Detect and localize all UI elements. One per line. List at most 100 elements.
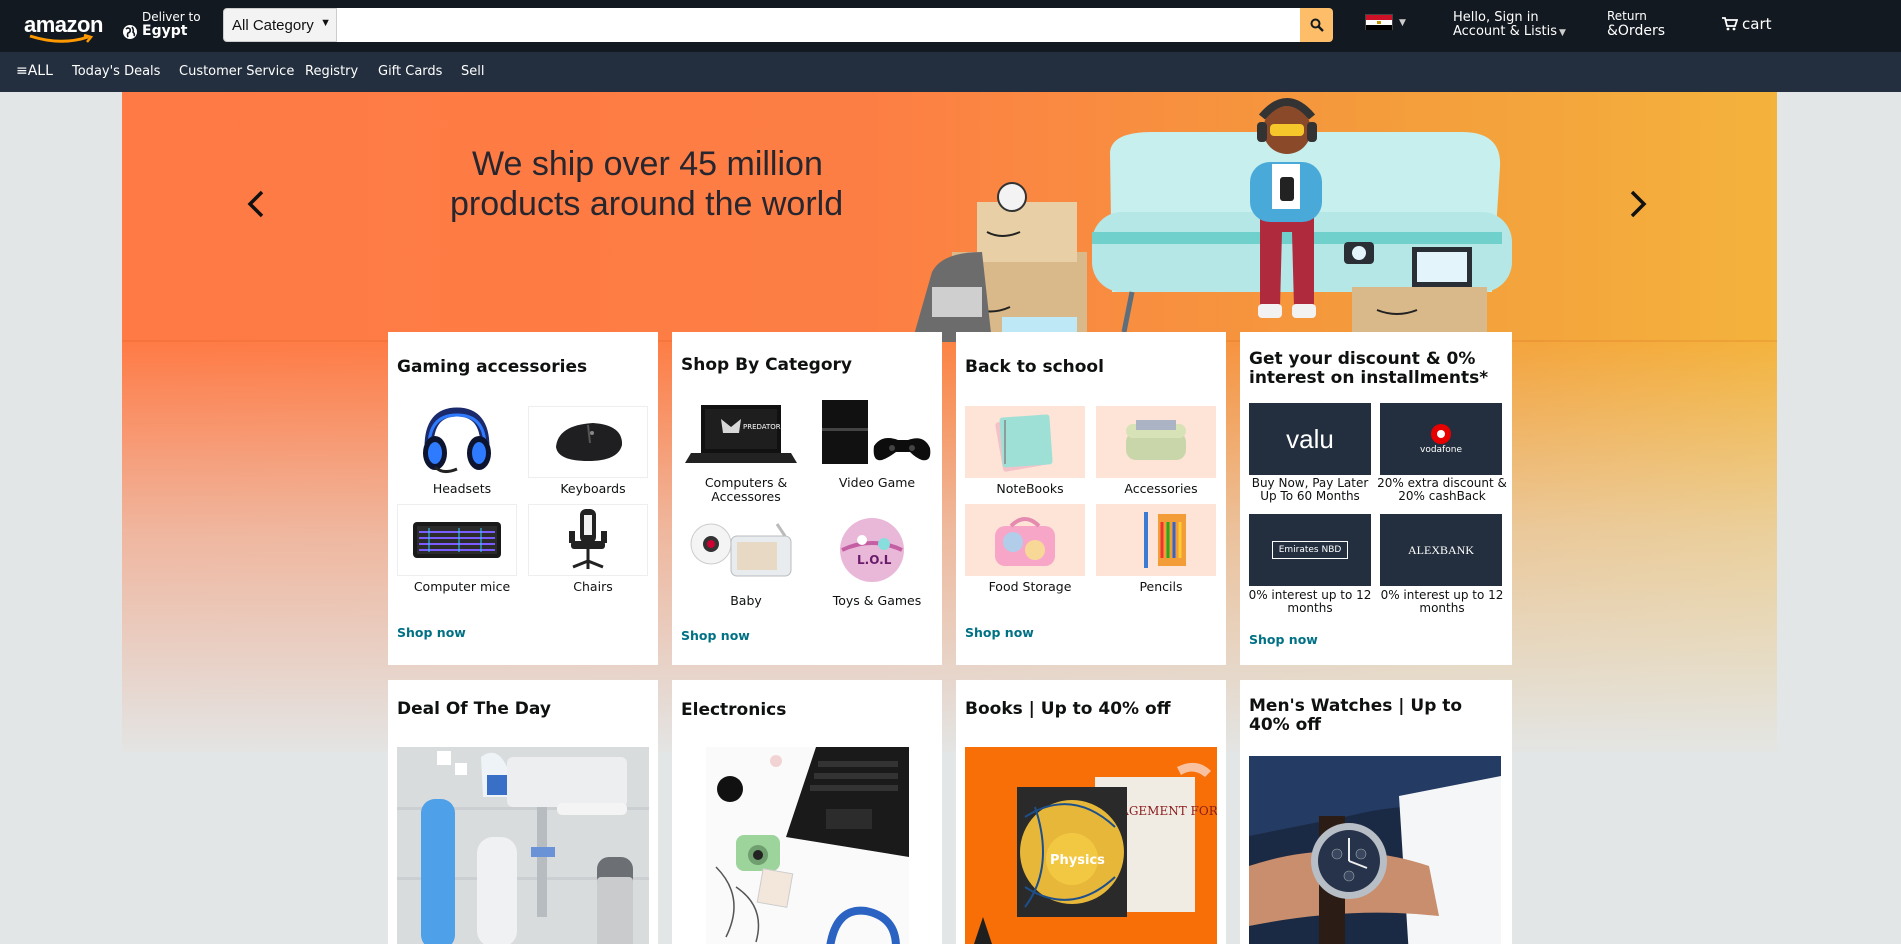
cart-label: cart bbox=[1742, 15, 1772, 33]
tile-caption: Food Storage bbox=[988, 579, 1072, 594]
card-title: Deal Of The Day bbox=[397, 699, 551, 719]
tile-valu[interactable]: valu bbox=[1249, 403, 1371, 475]
nav-customer-service[interactable]: Customer Service bbox=[179, 64, 294, 79]
card-mens-watches: Men's Watches | Up to 40% off bbox=[1240, 680, 1512, 944]
returns-label: Return bbox=[1607, 9, 1647, 23]
tile-caption: Buy Now, Pay Later Up To 60 Months bbox=[1251, 476, 1369, 503]
tile-caption: Headsets bbox=[432, 481, 492, 496]
search-input[interactable] bbox=[337, 8, 1300, 42]
shop-now-link[interactable]: Shop now bbox=[1249, 632, 1318, 647]
book-physics-label: Physics bbox=[1050, 853, 1105, 868]
all-menu-button[interactable]: ≡ALL bbox=[16, 63, 53, 79]
deliver-label: Deliver to bbox=[142, 10, 201, 24]
alexbank-logo-text: ALEXBANK bbox=[1408, 542, 1474, 557]
card-title: Back to school bbox=[965, 357, 1104, 377]
card-books: Books | Up to 40% off ANAGEMENT FORMATIO… bbox=[956, 680, 1226, 944]
tile-caption: 0% interest up to 12 months bbox=[1248, 588, 1372, 615]
textbooks-image: ANAGEMENT FORMATION SYSTEM Physics bbox=[965, 747, 1217, 944]
smile-icon bbox=[29, 34, 94, 43]
tile-caption: Pencils bbox=[1139, 579, 1183, 594]
vodafone-logo-text: vodafone bbox=[1420, 445, 1462, 455]
tile-caption: 0% interest up to 12 months bbox=[1380, 588, 1504, 615]
nav-registry[interactable]: Registry bbox=[305, 64, 358, 79]
card-gaming: Gaming accessories Headsets Keyboards Co… bbox=[388, 332, 658, 665]
tile-caption: Keyboards bbox=[560, 481, 626, 496]
deliver-country: Egypt bbox=[142, 23, 188, 39]
tile-vodafone[interactable]: vodafone bbox=[1380, 403, 1502, 475]
card-title: Get your discount & 0% interest on insta… bbox=[1249, 349, 1489, 388]
nav-gift-cards[interactable]: Gift Cards bbox=[378, 64, 442, 79]
nav-todays-deals[interactable]: Today's Deals bbox=[72, 64, 160, 79]
baby-monitor-image bbox=[681, 514, 801, 586]
valu-logo-text: valu bbox=[1286, 423, 1334, 454]
account-greeting: Hello, Sign in bbox=[1453, 10, 1539, 25]
category-select-value: All Category bbox=[232, 16, 314, 34]
returns-orders[interactable]: Return &Orders bbox=[1607, 9, 1665, 39]
orders-label: &Orders bbox=[1607, 23, 1665, 39]
hamburger-icon: ≡ bbox=[16, 63, 28, 79]
toy-ball-image: L.O.L bbox=[812, 514, 932, 586]
vodafone-logo: vodafone bbox=[1380, 403, 1502, 475]
card-shop-by-category: Shop By Category PREDATOR Computers & Ac… bbox=[672, 332, 942, 665]
chevron-left-icon[interactable] bbox=[242, 184, 272, 224]
chevron-down-icon: ▼ bbox=[1559, 28, 1566, 38]
notebook-image bbox=[965, 406, 1085, 478]
card-deal-of-the-day: Deal Of The Day bbox=[388, 680, 658, 944]
tile-caption: 20% extra discount & 20% cashBack bbox=[1377, 476, 1507, 503]
card-back-to-school: Back to school NoteBooks Accessories Foo… bbox=[956, 332, 1226, 665]
pencil-case-image bbox=[1096, 406, 1216, 478]
card-electronics: Electronics bbox=[672, 680, 942, 944]
toiletries-image bbox=[397, 747, 649, 944]
books-image[interactable]: ANAGEMENT FORMATION SYSTEM Physics bbox=[965, 747, 1217, 944]
keyboard-image bbox=[397, 504, 517, 576]
account-lists[interactable]: Hello, Sign in Account & Listis ▼ bbox=[1453, 10, 1566, 39]
nav-sell[interactable]: Sell bbox=[461, 64, 484, 79]
egypt-flag-icon[interactable] bbox=[1365, 14, 1393, 30]
chair-image bbox=[528, 504, 648, 576]
deal-image[interactable] bbox=[397, 747, 649, 944]
chevron-down-icon: ▼ bbox=[1399, 18, 1406, 28]
amazon-logo[interactable]: amazon bbox=[24, 12, 103, 43]
tile-emirates-nbd[interactable]: Emirates NBD bbox=[1249, 514, 1371, 586]
card-title: Books | Up to 40% off bbox=[965, 699, 1171, 719]
svg-text:PREDATOR: PREDATOR bbox=[743, 423, 781, 431]
search-button[interactable] bbox=[1300, 8, 1333, 42]
category-select[interactable]: All Category ▼ bbox=[223, 8, 337, 42]
tile-caption: Video Game bbox=[838, 475, 916, 490]
laptop-image: PREDATOR bbox=[681, 398, 801, 470]
cart-icon bbox=[1722, 17, 1738, 31]
top-navbar: amazon Deliver to Egypt All Category ▼ ▼… bbox=[0, 0, 1901, 52]
tile-caption: Toys & Games bbox=[832, 593, 922, 608]
card-installments: Get your discount & 0% interest on insta… bbox=[1240, 332, 1512, 665]
tile-caption: NoteBooks bbox=[996, 481, 1064, 496]
tile-alexbank[interactable]: ALEXBANK bbox=[1380, 514, 1502, 586]
mouse-image bbox=[528, 406, 648, 478]
cart-button[interactable]: cart bbox=[1722, 15, 1772, 33]
secondary-navbar: ≡ALL Today's Deals Customer Service Regi… bbox=[0, 52, 1901, 92]
card-title: Shop By Category bbox=[681, 355, 852, 375]
search-bar: All Category ▼ bbox=[223, 8, 1333, 42]
hero-carousel: We ship over 45 million products around … bbox=[122, 92, 1777, 752]
watch-image[interactable] bbox=[1249, 756, 1501, 944]
console-image bbox=[812, 398, 932, 470]
tile-caption: Baby bbox=[730, 593, 762, 608]
chevron-down-icon: ▼ bbox=[320, 17, 331, 29]
headset-image bbox=[397, 406, 517, 478]
card-title: Gaming accessories bbox=[397, 357, 588, 377]
hero-fade bbox=[122, 340, 1777, 752]
vodafone-icon bbox=[1431, 424, 1451, 444]
all-menu-label: ALL bbox=[27, 63, 53, 79]
hero-line-1: We ship over 45 million bbox=[472, 145, 823, 183]
valu-logo: valu bbox=[1249, 403, 1371, 475]
shop-now-link[interactable]: Shop now bbox=[397, 625, 466, 640]
tile-caption: Accessories bbox=[1124, 481, 1198, 496]
account-label: Account & Listis ▼ bbox=[1453, 24, 1566, 39]
hero-illustration bbox=[912, 98, 1512, 342]
electronics-image[interactable] bbox=[706, 747, 909, 944]
shop-now-link[interactable]: Shop now bbox=[681, 628, 750, 643]
card-title: Men's Watches | Up to 40% off bbox=[1249, 696, 1463, 735]
tile-caption: Computers & Accessores bbox=[704, 475, 788, 504]
tile-caption: Chairs bbox=[573, 579, 613, 594]
shop-now-link[interactable]: Shop now bbox=[965, 625, 1034, 640]
search-icon bbox=[1310, 18, 1324, 32]
